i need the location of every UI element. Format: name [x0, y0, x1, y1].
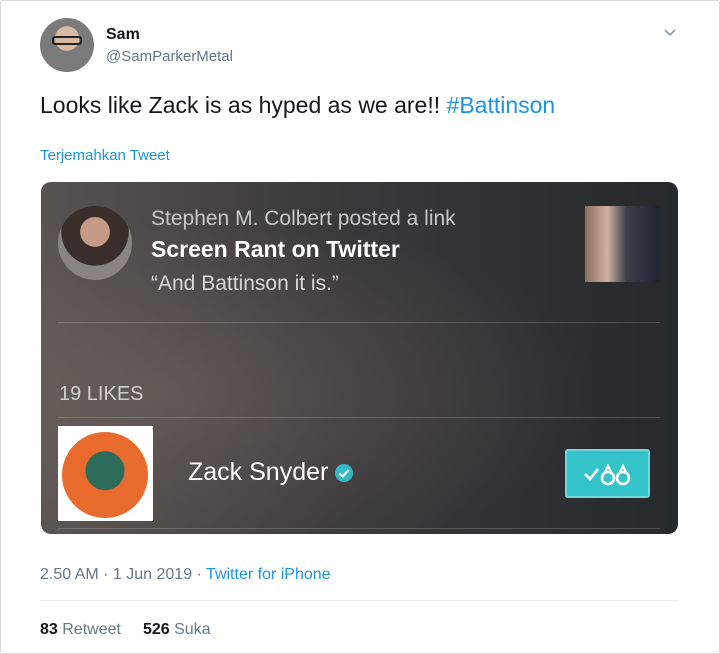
timestamp[interactable]: 2.50 AM · 1 Jun 2019 [40, 566, 192, 583]
author-handle[interactable]: @SamParkerMetal [106, 48, 233, 65]
hashtag-link[interactable]: #Battinson [447, 92, 556, 118]
link-title[interactable]: Screen Rant on Twitter [151, 236, 400, 263]
tweet-meta: 2.50 AM · 1 Jun 2019 · Twitter for iPhon… [40, 566, 331, 584]
like-stat[interactable]: 526 Suka [143, 621, 211, 638]
tweet-stats: 83 Retweet 526 Suka [40, 621, 211, 639]
card-divider [58, 417, 660, 418]
meta-separator: · [192, 566, 207, 583]
author-name[interactable]: Sam [106, 26, 140, 44]
link-thumbnail[interactable] [585, 206, 660, 282]
liker-name-text: Zack Snyder [188, 458, 329, 486]
stats-divider [40, 600, 678, 601]
like-label: Suka [174, 621, 211, 638]
posted-link-line: Stephen M. Colbert posted a link [151, 207, 456, 230]
poster-avatar [58, 206, 132, 280]
verified-badge-icon [335, 464, 354, 483]
author-avatar[interactable] [40, 18, 94, 72]
follow-button[interactable] [565, 449, 650, 498]
tweet-body: Looks like Zack is as hyped as we are!! [40, 92, 447, 118]
card-divider [58, 322, 660, 323]
retweet-count: 83 [40, 621, 58, 638]
chevron-down-icon[interactable] [662, 24, 678, 40]
check-binoculars-icon [584, 463, 631, 486]
card-divider [58, 528, 660, 529]
embedded-card[interactable]: Stephen M. Colbert posted a link Screen … [41, 182, 678, 534]
liker-avatar[interactable] [58, 426, 153, 521]
retweet-stat[interactable]: 83 Retweet [40, 621, 121, 638]
liker-name[interactable]: Zack Snyder [188, 458, 354, 487]
likes-header: 19 LIKES [59, 383, 144, 405]
retweet-label: Retweet [62, 621, 121, 638]
source-link[interactable]: Twitter for iPhone [206, 566, 331, 583]
tweet-text: Looks like Zack is as hyped as we are!! … [40, 92, 555, 119]
translate-tweet-link[interactable]: Terjemahkan Tweet [40, 147, 170, 164]
link-quote: “And Battinson it is.” [151, 272, 339, 295]
like-count: 526 [142, 621, 170, 638]
